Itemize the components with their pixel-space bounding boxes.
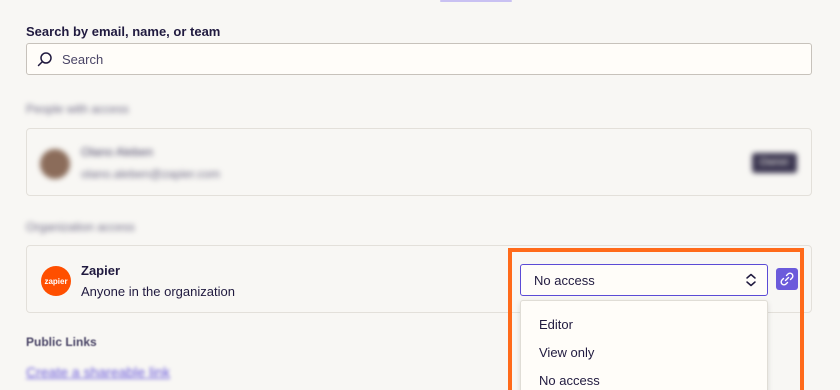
search-icon: [37, 52, 52, 67]
role-badge: Owner: [751, 153, 797, 173]
access-level-value: No access: [534, 272, 595, 288]
avatar: [40, 149, 70, 179]
search-label: Search by email, name, or team: [26, 24, 221, 39]
public-links-label: Public Links: [26, 335, 97, 349]
org-description: Anyone in the organization: [81, 284, 235, 299]
person-name: Olano Aleben: [81, 145, 154, 159]
person-email: olano.aleben@zapier.com: [81, 167, 220, 181]
chevron-updown-icon: [746, 273, 756, 287]
option-view-only[interactable]: View only: [539, 345, 594, 360]
access-dropdown-menu: Editor View only No access: [520, 300, 768, 390]
link-icon: [780, 272, 794, 286]
access-level-select[interactable]: No access: [520, 264, 768, 296]
people-access-label: People with access: [26, 102, 129, 116]
search-input[interactable]: [62, 51, 782, 67]
org-access-label: Organization access: [26, 220, 135, 234]
active-tab-indicator: [440, 0, 512, 2]
option-no-access[interactable]: No access: [539, 373, 600, 388]
option-editor[interactable]: Editor: [539, 317, 573, 332]
copy-link-button[interactable]: [776, 268, 798, 290]
search-field[interactable]: [26, 43, 812, 75]
org-name: Zapier: [81, 263, 121, 278]
zapier-logo: zapier: [41, 266, 71, 296]
people-access-card: Olano Aleben olano.aleben@zapier.com Own…: [26, 128, 812, 196]
create-shareable-link[interactable]: Create a shareable link: [26, 364, 170, 380]
